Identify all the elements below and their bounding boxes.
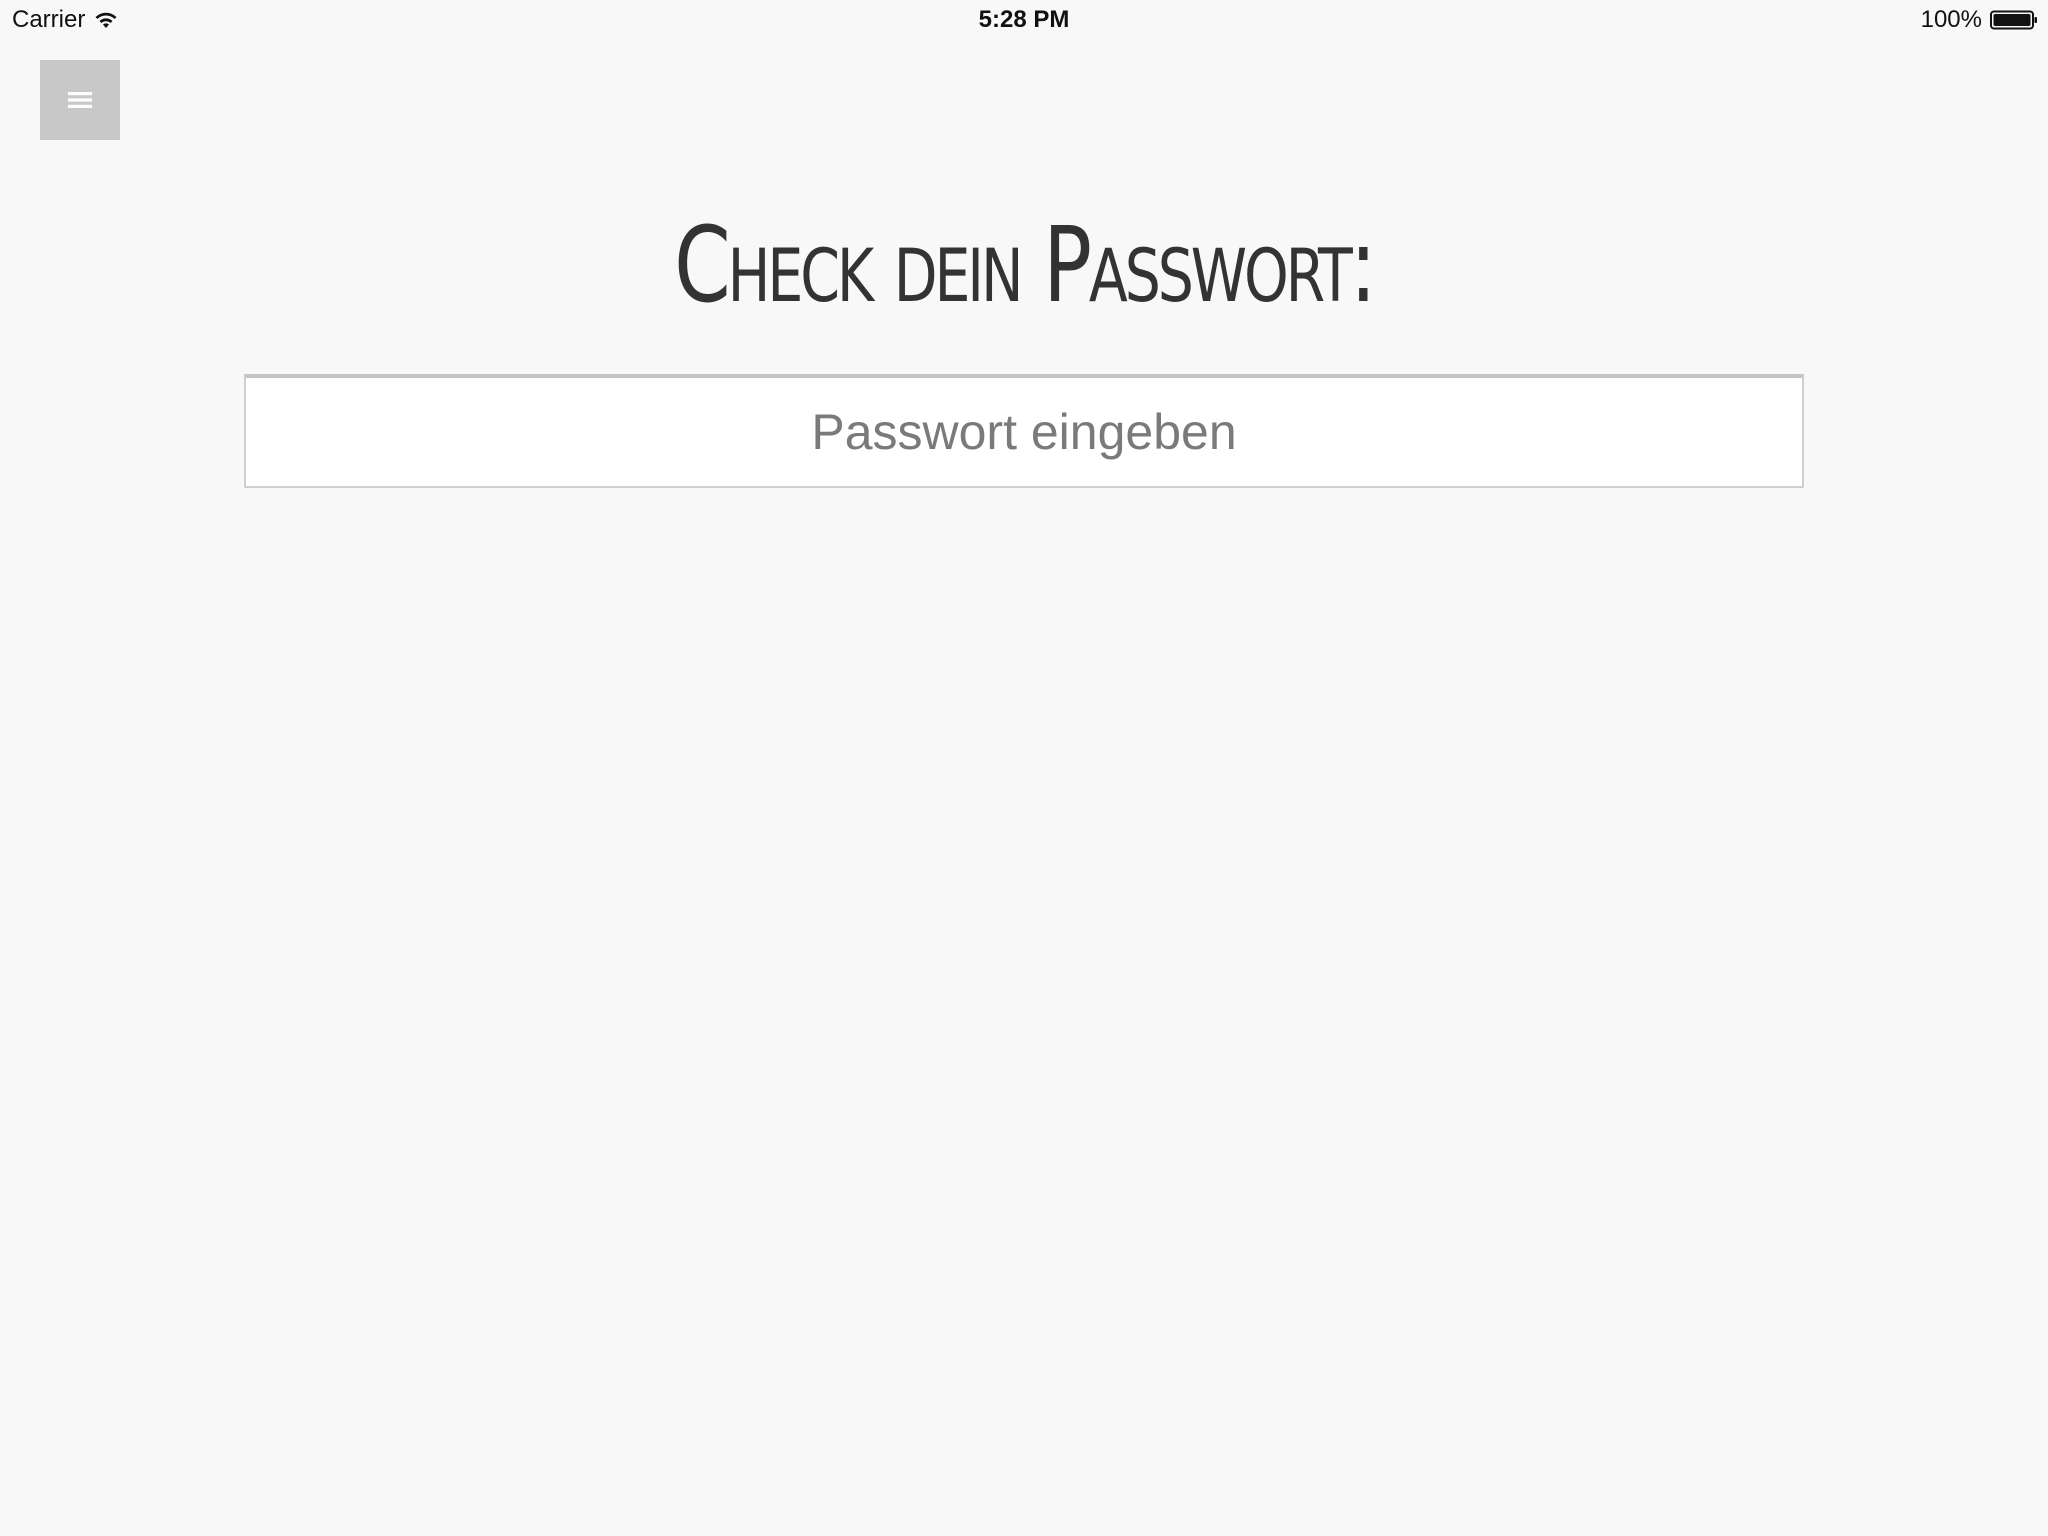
page-title: Check dein Passwort: — [674, 204, 1377, 326]
battery-group: 100% — [1921, 6, 2038, 34]
battery-icon — [1990, 10, 2037, 30]
battery-fill — [1993, 14, 2031, 26]
password-input[interactable] — [246, 378, 1802, 486]
status-time: 5:28 PM — [978, 6, 1070, 33]
status-bar: Carrier 5:28 PM 100% — [0, 0, 2048, 40]
menu-button[interactable] — [40, 60, 120, 140]
password-field-container — [244, 374, 1804, 488]
battery-percent: 100% — [1920, 6, 1982, 33]
hamburger-icon — [68, 92, 92, 108]
